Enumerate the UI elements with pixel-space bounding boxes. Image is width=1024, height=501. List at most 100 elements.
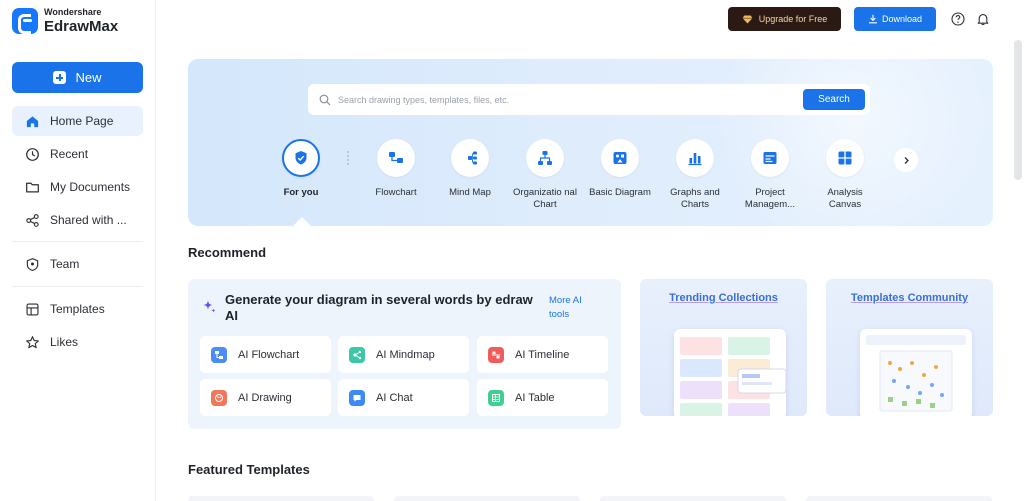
sidebar-item-my-documents[interactable]: My Documents bbox=[12, 172, 143, 202]
new-button-label: New bbox=[75, 70, 102, 85]
flowchart-icon bbox=[377, 139, 415, 177]
home-icon bbox=[24, 113, 40, 129]
ai-timeline-button[interactable]: AI Timeline bbox=[477, 336, 608, 373]
trending-collections-card[interactable]: Trending Collections bbox=[640, 279, 807, 416]
category-flowchart[interactable]: Flowchart bbox=[361, 139, 431, 199]
brand-company: Wondershare bbox=[44, 7, 102, 17]
category-label: Graphs and Charts bbox=[670, 187, 720, 210]
ai-generate-card: Generate your diagram in several words b… bbox=[188, 279, 621, 429]
org-chart-icon bbox=[526, 139, 564, 177]
ai-timeline-icon bbox=[488, 346, 504, 363]
ai-mindmap-icon bbox=[349, 346, 365, 363]
promo-title: Templates Community bbox=[850, 292, 969, 304]
diamond-icon bbox=[742, 14, 753, 24]
ai-mindmap-button[interactable]: AI Mindmap bbox=[338, 336, 469, 373]
featured-template-card[interactable] bbox=[188, 496, 374, 501]
sidebar-item-label: My Documents bbox=[50, 180, 131, 194]
upgrade-button[interactable]: Upgrade for Free bbox=[728, 7, 841, 31]
ai-item-label: AI Flowchart bbox=[238, 348, 300, 361]
ai-table-button[interactable]: AI Table bbox=[477, 379, 608, 416]
brand-logo[interactable]: Wondershare EdrawMax bbox=[12, 8, 118, 34]
download-button[interactable]: Download bbox=[854, 7, 936, 31]
category-graphs-charts[interactable]: Graphs and Charts bbox=[660, 139, 730, 211]
hero-banner: Search For you Flowchart Mind Map Orga bbox=[188, 59, 993, 226]
recommend-title: Recommend bbox=[188, 245, 267, 260]
ai-table-icon bbox=[488, 389, 504, 406]
category-label: Mind Map bbox=[449, 187, 491, 198]
featured-template-card[interactable] bbox=[806, 496, 992, 501]
ai-flowchart-icon bbox=[211, 346, 227, 363]
community-preview-image bbox=[860, 329, 972, 416]
ai-item-label: AI Drawing bbox=[238, 391, 292, 404]
sparkle-icon bbox=[203, 300, 216, 313]
ai-chat-icon bbox=[349, 389, 365, 406]
sidebar-item-label: Templates bbox=[50, 302, 105, 316]
sidebar-item-templates[interactable]: Templates bbox=[12, 294, 143, 324]
ai-card-title: Generate your diagram in several words b… bbox=[225, 292, 533, 323]
sidebar-item-team[interactable]: Team bbox=[12, 249, 143, 279]
ai-flowchart-button[interactable]: AI Flowchart bbox=[200, 336, 331, 373]
star-icon bbox=[24, 334, 40, 350]
category-basic-diagram[interactable]: Basic Diagram bbox=[585, 139, 655, 199]
trending-preview-image bbox=[674, 329, 787, 416]
category-project-management[interactable]: Project Managem... bbox=[735, 139, 805, 211]
template-icon bbox=[24, 301, 40, 317]
ai-chat-button[interactable]: AI Chat bbox=[338, 379, 469, 416]
scrollbar[interactable] bbox=[1014, 40, 1022, 180]
folder-icon bbox=[24, 179, 40, 195]
download-icon bbox=[868, 14, 877, 24]
ai-item-label: AI Chat bbox=[376, 391, 413, 404]
brand-name: EdrawMax bbox=[44, 18, 119, 35]
sidebar-item-label: Home Page bbox=[50, 114, 114, 128]
mind-map-icon bbox=[451, 139, 489, 177]
ai-item-label: AI Mindmap bbox=[376, 348, 435, 361]
active-category-pointer bbox=[293, 217, 311, 226]
categories-next-button[interactable] bbox=[894, 148, 918, 172]
category-label: Basic Diagram bbox=[589, 187, 651, 198]
more-ai-tools-link[interactable]: More AI tools bbox=[549, 294, 599, 322]
search-input[interactable] bbox=[338, 94, 803, 105]
ai-drawing-icon bbox=[211, 389, 227, 406]
new-button[interactable]: New bbox=[12, 62, 143, 93]
download-button-label: Download bbox=[881, 14, 923, 24]
templates-community-card[interactable]: Templates Community bbox=[826, 279, 993, 416]
share-icon bbox=[24, 212, 40, 228]
ai-item-label: AI Timeline bbox=[515, 348, 570, 361]
sidebar-item-shared[interactable]: Shared with ... bbox=[12, 205, 143, 235]
featured-template-card[interactable] bbox=[394, 496, 580, 501]
edrawmax-logo-icon bbox=[12, 8, 38, 34]
category-analysis-canvas[interactable]: Analysis Canvas bbox=[810, 139, 880, 211]
sidebar-divider bbox=[12, 286, 143, 287]
featured-template-card[interactable] bbox=[600, 496, 786, 501]
sidebar-item-home[interactable]: Home Page bbox=[12, 106, 143, 136]
category-label: Organizatio nal Chart bbox=[513, 187, 577, 210]
clock-icon bbox=[24, 146, 40, 162]
category-org-chart[interactable]: Organizatio nal Chart bbox=[510, 139, 580, 211]
analysis-canvas-icon bbox=[826, 139, 864, 177]
category-for-you[interactable]: For you bbox=[266, 139, 336, 199]
upgrade-button-label: Upgrade for Free bbox=[758, 14, 828, 24]
bell-icon[interactable] bbox=[976, 12, 990, 26]
ai-drawing-button[interactable]: AI Drawing bbox=[200, 379, 331, 416]
team-icon bbox=[24, 256, 40, 272]
featured-templates-title: Featured Templates bbox=[188, 462, 310, 477]
search-button[interactable]: Search bbox=[803, 89, 865, 110]
category-mind-map[interactable]: Mind Map bbox=[435, 139, 505, 199]
category-label: For you bbox=[283, 187, 319, 198]
search-bar: Search bbox=[308, 84, 870, 115]
ai-item-label: AI Table bbox=[515, 391, 555, 404]
help-icon[interactable] bbox=[951, 12, 965, 26]
sidebar-item-label: Likes bbox=[50, 335, 79, 349]
promo-title: Trending Collections bbox=[669, 292, 778, 304]
edrawmax-home: Wondershare EdrawMax New Home Page Recen… bbox=[0, 0, 1024, 501]
for-you-icon bbox=[282, 139, 320, 177]
category-label: Flowchart bbox=[375, 187, 417, 198]
sidebar-item-label: Recent bbox=[50, 147, 89, 161]
category-separator bbox=[347, 151, 349, 165]
sidebar-item-label: Shared with ... bbox=[50, 213, 127, 227]
sidebar-divider bbox=[12, 241, 143, 242]
sidebar-item-likes[interactable]: Likes bbox=[12, 327, 143, 357]
sidebar-item-recent[interactable]: Recent bbox=[12, 139, 143, 169]
plus-icon bbox=[53, 71, 67, 84]
sidebar-item-label: Team bbox=[50, 257, 80, 271]
